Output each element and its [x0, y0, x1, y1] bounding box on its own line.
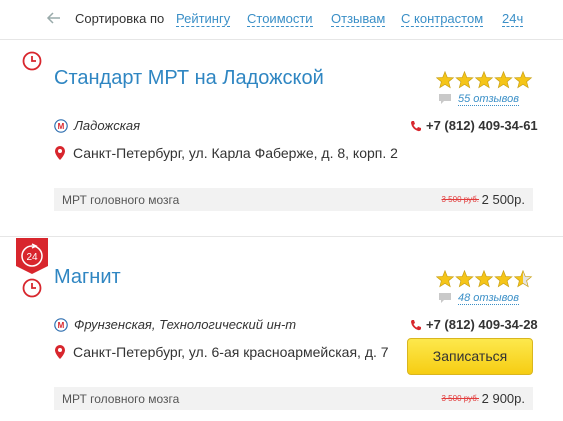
metro-icon: M	[54, 317, 68, 332]
address-label: Санкт-Петербург, ул. 6-ая красноармейска…	[73, 344, 389, 360]
reviews-count[interactable]: 48 отзывов	[438, 291, 520, 305]
phone-icon	[411, 319, 421, 330]
sort-direction-icon[interactable]	[46, 11, 62, 25]
star-icon	[455, 270, 474, 288]
phone-label[interactable]: +7 (812) 409-34-28	[426, 317, 538, 332]
comment-icon	[439, 293, 451, 303]
sort-label: Сортировка по	[75, 11, 165, 26]
sort-by-rating[interactable]: Рейтингу	[176, 11, 231, 27]
svg-text:M: M	[58, 321, 65, 330]
metro-station: M Фрунзенская, Технологический ин-т	[54, 317, 296, 332]
clinic-card: Стандарт МРТ на Ладожской 55 отзывов M Л…	[0, 41, 563, 237]
star-icon	[474, 270, 494, 288]
book-appointment-button[interactable]: Записаться	[407, 338, 533, 375]
service-name: МРТ головного мозга	[62, 193, 180, 207]
clock-icon	[22, 278, 42, 298]
service-row[interactable]: МРТ головного мозга 3 500 руб. 2 900р.	[54, 387, 533, 410]
address: Санкт-Петербург, ул. Карла Фаберже, д. 8…	[54, 145, 398, 161]
star-icon	[455, 71, 474, 89]
phone-icon	[411, 120, 421, 131]
service-price: 2 900р.	[481, 391, 525, 406]
sort-by-price[interactable]: Стоимости	[247, 11, 313, 27]
24-hours-badge-icon: 24	[16, 238, 48, 274]
metro-label: Ладожская	[74, 118, 141, 133]
old-price: 3 500 руб.	[441, 394, 480, 403]
phone-number[interactable]: +7 (812) 409-34-28	[410, 317, 538, 332]
badge-24-label: 24	[26, 252, 38, 263]
star-icon	[494, 71, 513, 89]
phone-number[interactable]: +7 (812) 409-34-61	[410, 118, 538, 133]
clinic-title[interactable]: Стандарт МРТ на Ладожской	[54, 67, 324, 90]
phone-label[interactable]: +7 (812) 409-34-61	[426, 118, 538, 133]
metro-station: M Ладожская	[54, 118, 140, 133]
service-price: 2 500р.	[481, 192, 525, 207]
address-label: Санкт-Петербург, ул. Карла Фаберже, д. 8…	[73, 145, 398, 161]
sort-by-24h[interactable]: 24ч	[502, 11, 524, 27]
old-price: 3 500 руб.	[441, 195, 480, 204]
star-icon	[513, 71, 533, 89]
star-icon	[494, 270, 513, 288]
reviews-count[interactable]: 55 отзывов	[438, 92, 520, 106]
metro-icon: M	[54, 118, 68, 133]
sort-by-contrast[interactable]: С контрастом	[401, 11, 484, 27]
clock-icon	[22, 51, 42, 71]
star-icon	[474, 71, 494, 89]
svg-text:M: M	[58, 122, 65, 131]
reviews-link[interactable]: 48 отзывов	[458, 292, 520, 305]
star-icon	[436, 71, 455, 89]
clinic-card: 24 Магнит 48 отзывов M Фрунзенская, Техн…	[0, 238, 563, 421]
rating-stars-icon	[436, 71, 533, 89]
address: Санкт-Петербург, ул. 6-ая красноармейска…	[54, 344, 389, 360]
clinic-title[interactable]: Магнит	[54, 266, 121, 289]
star-icon	[436, 270, 455, 288]
sort-bar: Сортировка по Рейтингу Стоимости Отзывам…	[0, 0, 563, 40]
service-row[interactable]: МРТ головного мозга 3 500 руб. 2 500р.	[54, 188, 533, 211]
reviews-link[interactable]: 55 отзывов	[458, 93, 520, 106]
location-pin-icon	[55, 146, 65, 160]
star-icon	[513, 270, 533, 288]
metro-label: Фрунзенская, Технологический ин-т	[74, 317, 297, 332]
sort-by-reviews[interactable]: Отзывам	[331, 11, 386, 27]
comment-icon	[439, 94, 451, 104]
location-pin-icon	[55, 345, 65, 359]
rating-stars-icon	[436, 270, 533, 288]
service-name: МРТ головного мозга	[62, 392, 180, 406]
